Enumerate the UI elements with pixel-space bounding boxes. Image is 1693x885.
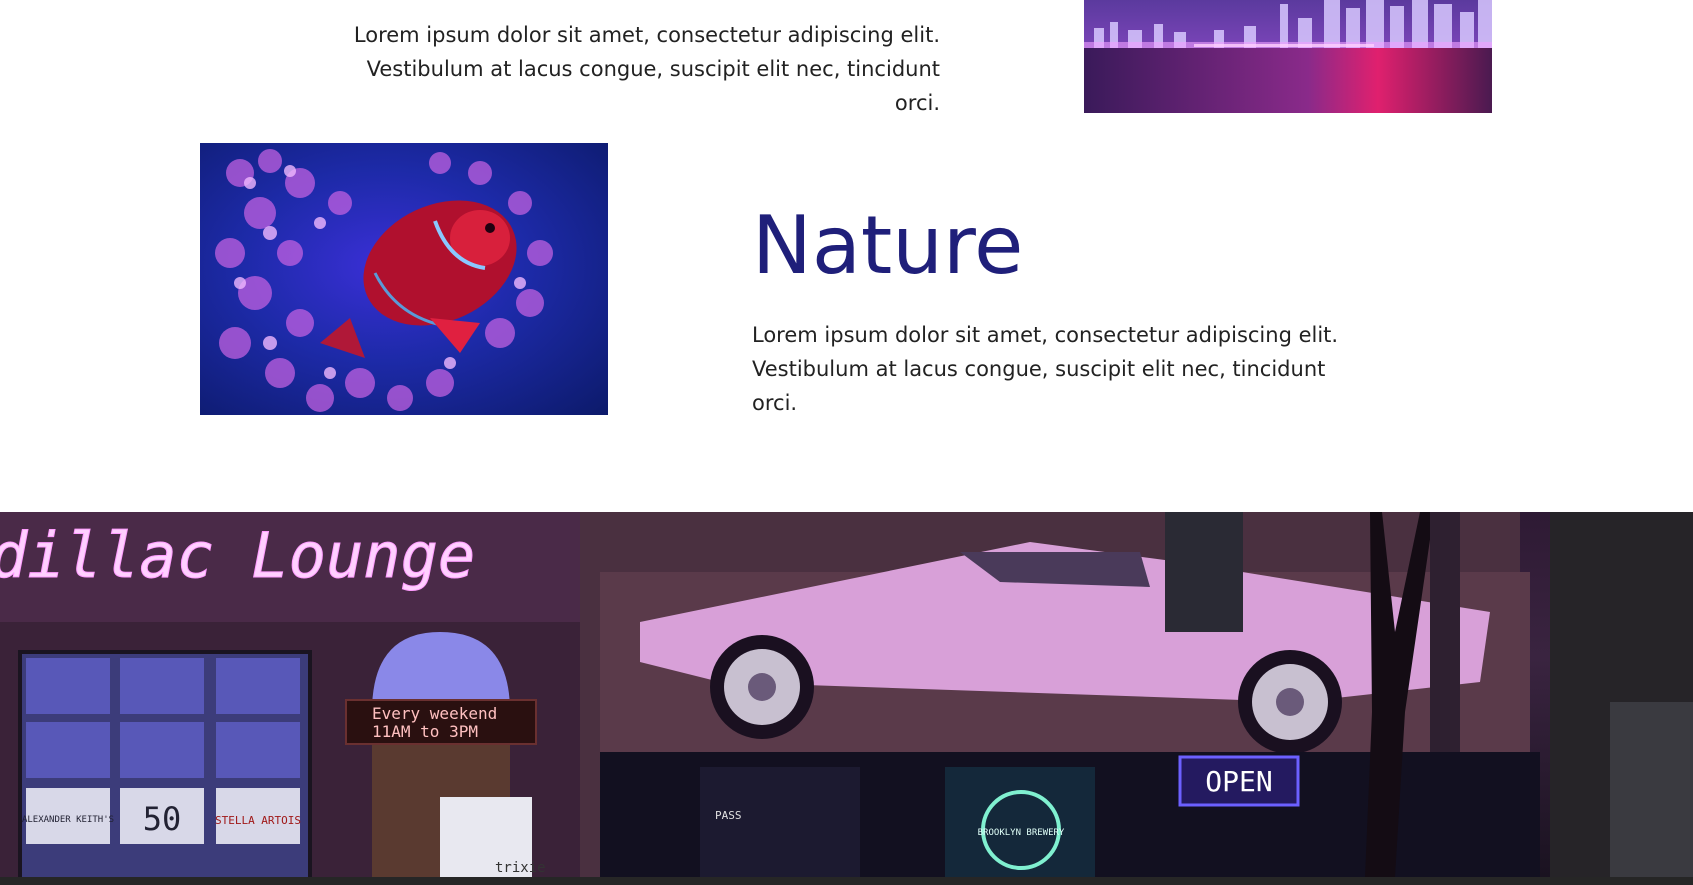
trixie-sign: trixie	[495, 860, 546, 876]
clownfish-graphic	[215, 149, 553, 412]
brewery-sign: BROOKLYN BREWERY	[978, 828, 1065, 838]
open-sign: OPEN	[1205, 765, 1272, 798]
city-skyline-image	[1084, 0, 1492, 113]
led-sign-line-1: Every weekend	[372, 704, 497, 723]
neon-sign-text: dillac Lounge	[0, 519, 475, 592]
pass-sign: PASS	[715, 809, 742, 822]
page: Lorem ipsum dolor sit amet, consectetur …	[0, 0, 1693, 885]
window-sign-2: 50	[143, 800, 182, 838]
nature-heading: Nature	[752, 199, 1024, 292]
nature-description-line-2: Vestibulum at lacus congue, suscipit eli…	[752, 357, 1326, 415]
window-sign-1: ALEXANDER KEITH'S	[22, 815, 114, 825]
city-skyline-graphic	[1084, 0, 1492, 113]
window-sign-3: STELLA ARTOIS	[215, 814, 301, 827]
banner-image-lounge: dillac Lounge ALEXANDER KEITH'S 50 STELL…	[0, 512, 1693, 877]
city-description-line-1: Lorem ipsum dolor sit amet, consectetur …	[353, 23, 940, 47]
city-description: Lorem ipsum dolor sit amet, consectetur …	[330, 18, 940, 120]
bottom-bar	[0, 877, 1693, 885]
nature-description-line-1: Lorem ipsum dolor sit amet, consectetur …	[752, 323, 1339, 347]
clownfish-image	[200, 143, 608, 415]
led-sign-line-2: 11AM to 3PM	[372, 722, 478, 741]
nature-description: Lorem ipsum dolor sit amet, consectetur …	[752, 318, 1372, 420]
lounge-storefront-graphic: dillac Lounge ALEXANDER KEITH'S 50 STELL…	[0, 512, 1693, 877]
city-description-line-2: Vestibulum at lacus congue, suscipit eli…	[366, 57, 940, 115]
